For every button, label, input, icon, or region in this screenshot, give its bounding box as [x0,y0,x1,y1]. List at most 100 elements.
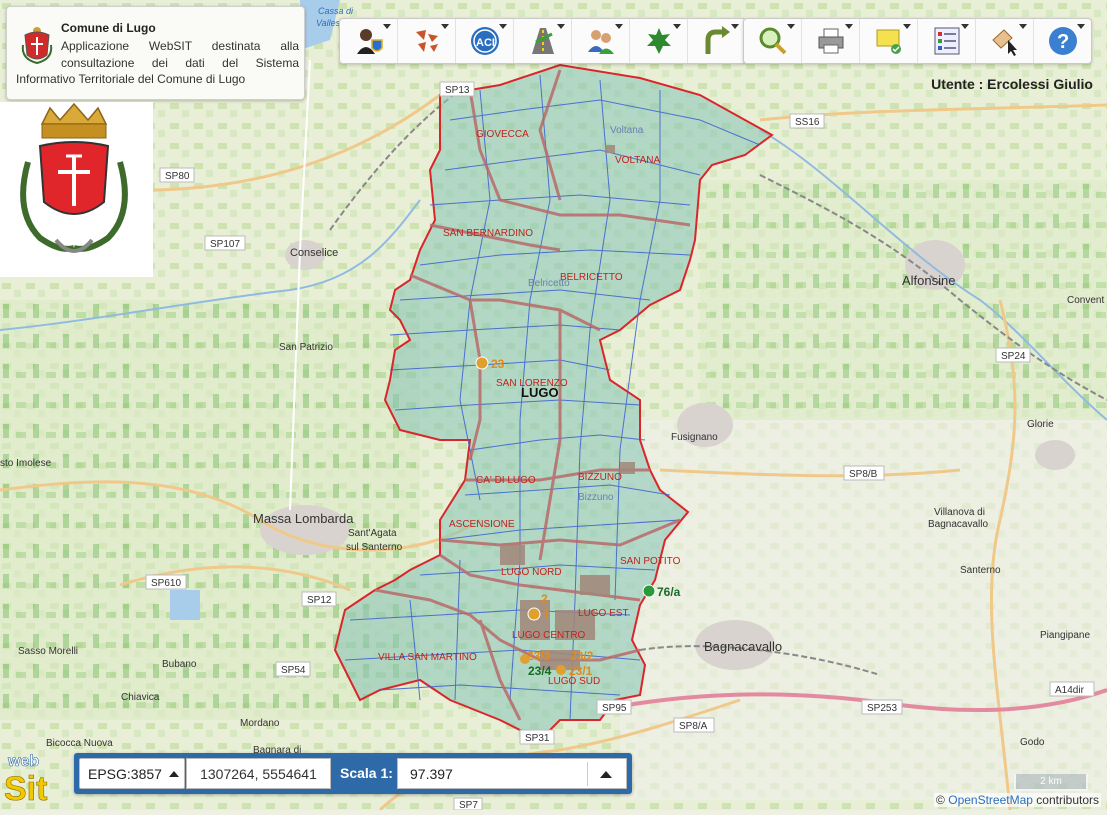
place-label: Voltana [610,125,644,136]
place-label: Bubano [162,659,197,670]
road-label: SS16 [795,117,820,128]
place-label: sul Santerno [346,542,403,553]
chevron-down-icon [673,24,681,29]
place-label: Chiavica [121,692,160,703]
comune-crest-icon [21,27,53,65]
help-icon: ? [1048,27,1077,55]
help-button[interactable]: ? [1034,19,1091,63]
place-label: Santerno [960,565,1001,576]
map-view[interactable]: GIOVECCA VOLTANA SAN BERNARDINO BELRICET… [0,0,1107,812]
polygon-tools-button[interactable] [398,19,456,63]
aci-button[interactable]: ACI [456,19,514,63]
map-canvas[interactable]: GIOVECCA VOLTANA SAN BERNARDINO BELRICET… [0,0,1107,812]
place-label: Massa Lombarda [253,511,354,526]
road-label: SP253 [867,703,897,714]
svg-text:web: web [7,753,39,770]
printer-icon [818,28,843,54]
road-label: SP610 [151,578,181,589]
polygon-arrows-icon [415,30,438,52]
note-button[interactable] [860,19,918,63]
marker-76a[interactable] [642,584,656,598]
zone-label-san-potito: SAN POTITO [620,556,681,567]
road-label: SP54 [281,665,306,676]
route-arrow-icon [705,26,730,54]
zone-label-lugo-est: LUGO EST [578,608,629,619]
print-button[interactable] [802,19,860,63]
toolbar-secondary: ? [743,18,1092,64]
app-description: Applicazione WebSIT destinata alla consu… [61,39,299,70]
place-label: Glorie [1027,419,1054,430]
leaf-icon [646,28,671,54]
route-button[interactable] [688,19,745,63]
road-label: SP95 [602,703,627,714]
road-icon [531,28,554,54]
marker-label-76a: 76/a [657,585,681,599]
user-shield-icon [356,29,383,54]
chevron-up-icon [600,771,612,778]
people-button[interactable] [572,19,630,63]
leaf-button[interactable] [630,19,688,63]
place-label: Alfonsine [902,273,955,288]
map-attribution: © OpenStreetMap contributors [934,793,1101,807]
osm-link[interactable]: OpenStreetMap [948,793,1033,807]
edit-select-button[interactable] [976,19,1034,63]
marker-23-3[interactable] [520,654,530,664]
pencil-pointer-icon [991,29,1017,56]
zone-label-voltana: VOLTANA [615,155,661,166]
road-label: SP80 [165,171,190,182]
zone-label-villa-san-martino: VILLA SAN MARTINO [378,652,477,663]
lugo-label: LUGO [521,385,559,400]
road-label: SP24 [1001,351,1026,362]
comune-coat-of-arms [0,102,153,277]
scale-label: Scala 1: [340,765,393,781]
chevron-down-icon [383,24,391,29]
place-label: Fusignano [671,432,718,443]
checklist-button[interactable] [918,19,976,63]
websit-logo-icon: web Sit [4,753,48,809]
chevron-down-icon [961,24,969,29]
marker-label-23-3: 23/3 [527,649,551,663]
marker-23-1[interactable] [556,665,566,675]
coordinates-display: 1307264, 5554641 [186,758,331,789]
place-label: Convent [1067,295,1104,306]
chevron-down-icon [1019,24,1027,29]
note-check-icon [876,29,901,54]
place-label: Villanova di [934,507,985,518]
marker-1[interactable] [527,607,541,621]
copyright-symbol: © [936,793,945,807]
marker-23[interactable] [475,356,489,370]
toolbar-primary: ACI [339,18,746,64]
zoom-magnifier-icon [759,27,786,55]
chevron-down-icon [787,24,795,29]
road-button[interactable] [514,19,572,63]
place-label: Conselice [290,247,338,259]
place-label: Cassa di [318,6,354,16]
app-info-panel: Comune di Lugo Applicazione WebSIT desti… [6,6,305,100]
place-label: Godo [1020,737,1045,748]
scale-value: 97.397 [410,765,453,782]
zone-label-giovecca: GIOVECCA [476,129,529,140]
scale-separator [587,762,588,786]
road-label: SP13 [445,85,470,96]
place-label: sto Imolese [0,458,52,469]
road-label: SP31 [525,733,550,744]
chevron-down-icon [557,24,565,29]
aci-logo-icon: ACI [470,27,499,55]
user-shield-button[interactable] [340,19,398,63]
chevron-down-icon [615,24,623,29]
chevron-down-icon [845,24,853,29]
attribution-suffix: contributors [1036,793,1099,807]
place-label: Piangipane [1040,630,1090,641]
epsg-select[interactable]: EPSG:3857 [79,758,185,789]
scale-select[interactable]: 97.397 [397,758,627,789]
road-label: SP7 [459,800,478,810]
chevron-down-icon [731,24,739,29]
people-icon [587,30,614,54]
app-description-2: Informativo Territoriale del Comune di L… [16,72,246,86]
road-label: SP8/A [679,721,708,732]
road-label: SP8/B [849,469,878,480]
bottom-bar: EPSG:3857 1307264, 5554641 Scala 1: 97.3… [74,753,632,794]
svg-text:Sit: Sit [4,770,47,808]
chevron-down-icon [499,24,507,29]
zoom-button[interactable] [744,19,802,63]
